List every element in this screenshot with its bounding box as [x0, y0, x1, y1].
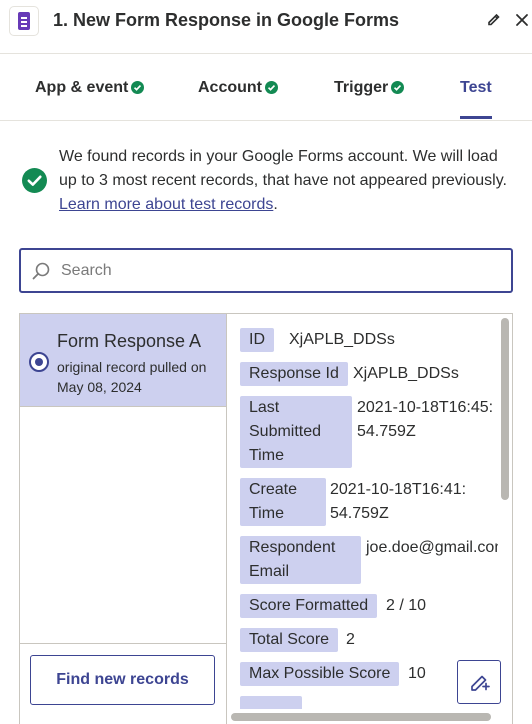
- search-box: [19, 248, 513, 293]
- step-tabs: App & event Account Trigger Test: [0, 55, 532, 121]
- field-key: ID: [240, 328, 274, 352]
- tab-label: Test: [460, 79, 492, 96]
- record-radio[interactable]: [29, 352, 49, 372]
- find-new-records-button[interactable]: Find new records: [30, 655, 215, 705]
- record-list: Form Response A original record pulled o…: [20, 314, 227, 724]
- field-row: Response Id XjAPLB_DDSs: [240, 362, 459, 386]
- info-message: We found records in your Google Forms ac…: [59, 145, 509, 217]
- horizontal-scrollbar[interactable]: [228, 709, 513, 724]
- field-key: Response Id: [240, 362, 348, 386]
- field-key: Score Formatted: [240, 594, 378, 618]
- field-key: Last Submitted Time: [240, 396, 352, 468]
- field-value: XjAPLB_DDSs: [353, 365, 459, 382]
- record-details: ID XjAPLB_DDSs Response Id XjAPLB_DDSs L…: [228, 314, 498, 709]
- field-key: Max Possible Score: [240, 662, 400, 686]
- record-item[interactable]: Form Response A original record pulled o…: [20, 314, 226, 407]
- vertical-scrollbar[interactable]: [498, 314, 513, 709]
- search-icon: [32, 262, 50, 280]
- google-forms-icon: [9, 6, 39, 36]
- field-row: [240, 696, 302, 709]
- record-title: Form Response A: [57, 331, 202, 351]
- pencil-icon[interactable]: [486, 12, 504, 30]
- step-title: 1. New Form Response in Google Forms: [53, 10, 400, 30]
- field-value: joe.doe@gmail.com: [366, 539, 498, 556]
- field-key: Total Score: [240, 628, 339, 652]
- edit-data-button[interactable]: [457, 660, 501, 704]
- field-key-partial: [240, 696, 302, 709]
- check-circle-icon: [131, 81, 145, 94]
- field-row: Last Submitted Time 2021-10-18T16:45:54.…: [240, 396, 493, 468]
- field-key: Create Time: [240, 478, 326, 526]
- check-circle-icon: [265, 81, 278, 94]
- close-icon[interactable]: [514, 12, 532, 30]
- field-value: 2 / 10: [386, 597, 427, 614]
- tab-app-event[interactable]: App & event: [35, 79, 145, 119]
- field-row: Create Time 2021-10-18T16:41:54.759Z: [240, 478, 466, 526]
- tab-label: App & event: [35, 79, 129, 96]
- field-key: Respondent Email: [240, 536, 361, 584]
- pencil-plus-icon: [471, 675, 490, 691]
- tab-label: Account: [198, 79, 262, 96]
- search-input[interactable]: [61, 259, 491, 283]
- learn-more-link[interactable]: Learn more about test records: [59, 196, 273, 213]
- info-suffix: .: [273, 196, 278, 213]
- field-row: Max Possible Score 10: [240, 662, 426, 686]
- field-value: 2021-10-18T16:41:54.759Z: [330, 481, 467, 522]
- record-subtitle: original record pulled on May 08, 2024: [57, 359, 207, 395]
- field-value: 10: [408, 665, 426, 682]
- field-row: Respondent Email joe.doe@gmail.com: [240, 536, 498, 584]
- success-check-icon: [22, 168, 47, 193]
- check-circle-icon: [391, 81, 405, 94]
- tab-label: Trigger: [334, 79, 389, 96]
- field-value: 2: [346, 631, 355, 648]
- tab-trigger[interactable]: Trigger: [334, 79, 405, 119]
- step-header: 1. New Form Response in Google Forms: [0, 0, 532, 54]
- records-panel: Form Response A original record pulled o…: [19, 313, 513, 724]
- record-list-footer: Find new records: [20, 643, 226, 724]
- info-text: We found records in your Google Forms ac…: [59, 148, 507, 189]
- field-row: Score Formatted 2 / 10: [240, 594, 426, 618]
- field-value: XjAPLB_DDSs: [289, 331, 395, 348]
- tab-account[interactable]: Account: [198, 79, 278, 119]
- tab-test[interactable]: Test: [460, 79, 492, 119]
- field-row: Total Score 2: [240, 628, 355, 652]
- field-value: 2021-10-18T16:45:54.759Z: [357, 399, 494, 440]
- field-row: ID XjAPLB_DDSs: [240, 328, 395, 352]
